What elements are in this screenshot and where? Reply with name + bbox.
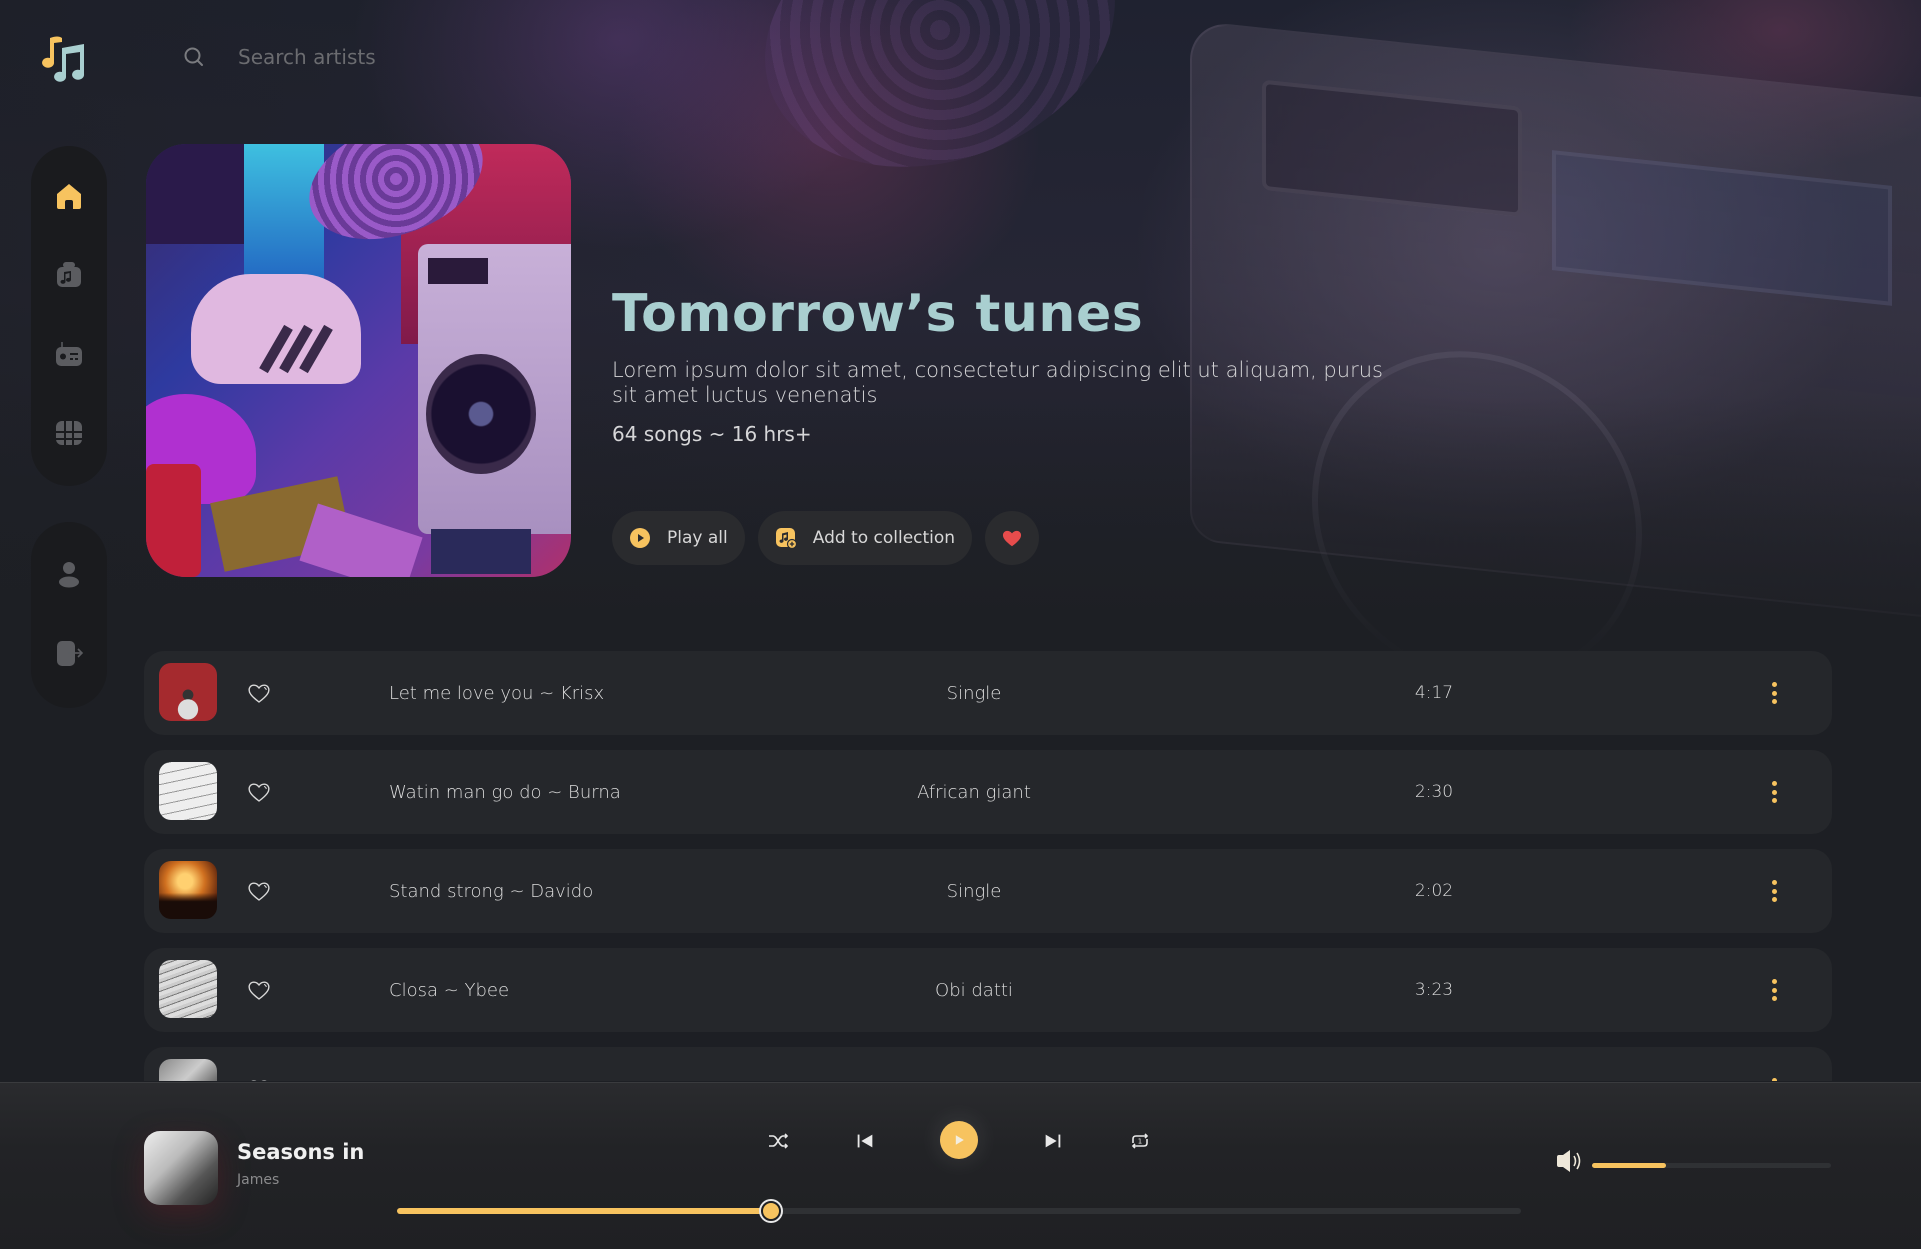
play-all-button[interactable]: Play all (612, 511, 745, 565)
play-all-label: Play all (667, 528, 728, 548)
playlist-meta: 64 songs ~ 16 hrs+ (612, 422, 812, 446)
next-button[interactable] (1036, 1124, 1070, 1158)
playlist-actions: Play all Add to collection (612, 511, 1040, 565)
playlist-header: Tomorrow’s tunes Lorem ipsum dolor sit a… (612, 282, 1412, 446)
like-icon[interactable] (246, 977, 272, 1003)
track-thumbnail (159, 861, 217, 919)
sidebar-item-library[interactable] (52, 258, 86, 292)
more-options-icon[interactable] (1764, 778, 1784, 806)
favorite-playlist-button[interactable] (985, 511, 1040, 565)
track-album: Obi datti (935, 979, 1013, 1001)
playlist-title: Tomorrow’s tunes (612, 284, 1144, 344)
more-options-icon[interactable] (1764, 976, 1784, 1004)
add-to-collection-label: Add to collection (812, 528, 956, 548)
app-logo-icon[interactable] (40, 32, 92, 84)
now-playing-artist: James (237, 1172, 280, 1188)
track-title: Watin man go do ~ Burna (389, 781, 621, 803)
grid-icon (56, 421, 82, 445)
shuffle-button[interactable] (761, 1124, 795, 1158)
track-row[interactable]: Let me love you ~ Krisx Single 4:17 (144, 651, 1832, 735)
home-icon (57, 184, 81, 209)
user-icon (59, 562, 79, 588)
track-duration: 2:30 (1414, 782, 1454, 802)
volume-slider[interactable] (1592, 1163, 1831, 1168)
radio-icon (56, 342, 82, 366)
progress-handle[interactable] (761, 1201, 782, 1221)
playlist-description: Lorem ipsum dolor sit amet, consectetur … (612, 358, 1383, 407)
add-to-collection-button[interactable]: Add to collection (757, 511, 973, 565)
search-bar (182, 40, 498, 74)
volume-fill (1592, 1163, 1667, 1168)
sidebar-account-nav (31, 522, 107, 708)
background-art-sneaker (726, 0, 1154, 214)
skip-next-icon (1045, 1134, 1061, 1148)
track-thumbnail (159, 762, 217, 820)
playback-progress-slider[interactable] (397, 1201, 1521, 1221)
track-duration: 2:02 (1414, 881, 1454, 901)
track-row[interactable] (144, 1047, 1832, 1081)
sidebar-item-profile[interactable] (52, 557, 86, 591)
like-icon[interactable] (246, 680, 272, 706)
heart-filled-icon (1003, 530, 1022, 547)
logout-icon (57, 641, 84, 666)
more-options-icon[interactable] (1764, 1075, 1784, 1081)
track-duration: 4:17 (1414, 683, 1454, 703)
search-input[interactable] (238, 45, 498, 69)
like-icon[interactable] (246, 1076, 272, 1081)
sidebar-item-browse[interactable] (52, 416, 86, 450)
track-title: Closa ~ Ybee (389, 979, 510, 1001)
add-music-icon (775, 527, 797, 549)
svg-text:1: 1 (1138, 1138, 1142, 1146)
track-album: Single (946, 880, 1002, 902)
sidebar-item-radio[interactable] (52, 337, 86, 371)
track-album: Single (946, 682, 1002, 704)
more-options-icon[interactable] (1764, 877, 1784, 905)
previous-button[interactable] (848, 1124, 882, 1158)
like-icon[interactable] (246, 779, 272, 805)
repeat-one-icon: 1 (1131, 1133, 1149, 1149)
now-playing-cover (144, 1131, 218, 1205)
sidebar-main-nav (31, 146, 107, 486)
music-library-icon (57, 262, 81, 287)
now-playing-title: Seasons in (237, 1140, 365, 1164)
volume-icon (1557, 1150, 1581, 1172)
track-thumbnail (159, 663, 217, 721)
repeat-button[interactable]: 1 (1123, 1124, 1157, 1158)
sidebar-item-home[interactable] (52, 179, 86, 213)
play-circle-icon (629, 527, 651, 549)
volume-button[interactable] (1555, 1149, 1583, 1173)
like-icon[interactable] (246, 878, 272, 904)
track-row[interactable]: Stand strong ~ Davido Single 2:02 (144, 849, 1832, 933)
track-row[interactable]: Closa ~ Ybee Obi datti 3:23 (144, 948, 1832, 1032)
more-options-icon[interactable] (1764, 679, 1784, 707)
player-bar: Seasons in James 1 (0, 1082, 1921, 1249)
track-title: Let me love you ~ Krisx (389, 682, 605, 704)
track-thumbnail (159, 1059, 217, 1081)
track-title: Stand strong ~ Davido (389, 880, 594, 902)
shuffle-icon (769, 1133, 789, 1149)
track-duration: 3:23 (1414, 980, 1454, 1000)
play-icon (955, 1135, 964, 1145)
track-album: African giant (917, 781, 1031, 803)
play-pause-button[interactable] (940, 1121, 978, 1159)
track-thumbnail (159, 960, 217, 1018)
track-row[interactable]: Watin man go do ~ Burna African giant 2:… (144, 750, 1832, 834)
playlist-cover-art (146, 144, 571, 577)
track-list: Let me love you ~ Krisx Single 4:17 Wati… (144, 651, 1832, 1081)
sidebar-item-logout[interactable] (52, 636, 86, 670)
progress-fill (397, 1208, 772, 1214)
skip-previous-icon (857, 1134, 873, 1148)
search-icon[interactable] (182, 45, 206, 69)
